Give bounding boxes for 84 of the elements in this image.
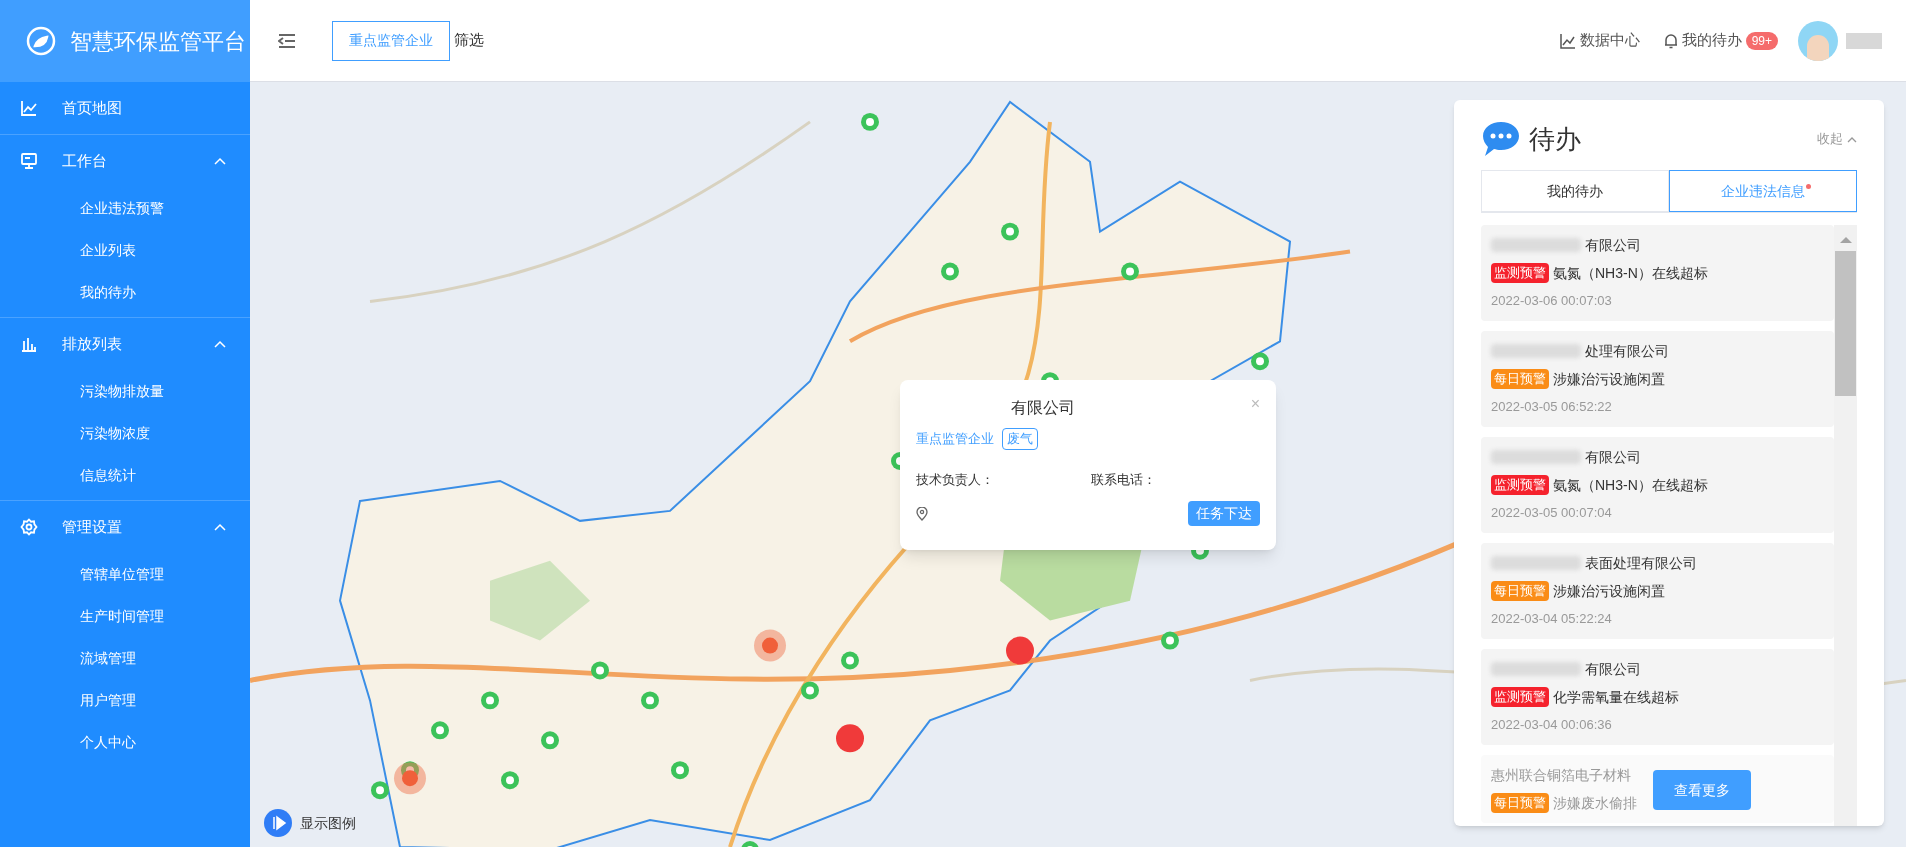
collapse-button[interactable]: 收起 — [1817, 129, 1857, 149]
nav-item[interactable]: 工作台 — [0, 135, 250, 187]
data-center-link[interactable]: 数据中心 — [1559, 29, 1640, 52]
bell-icon — [1663, 32, 1678, 49]
company-name: 有限公司 — [1585, 660, 1641, 679]
alert-card[interactable]: 有限公司 监测预警 化学需氧量在线超标 2022-03-04 00:06:36 — [1481, 649, 1834, 745]
nav-subitem[interactable]: 企业列表 — [0, 229, 250, 271]
alert-time: 2022-03-05 00:07:04 — [1491, 504, 1612, 522]
nav-subitem[interactable]: 用户管理 — [0, 679, 250, 721]
nav-subitem[interactable]: 信息统计 — [0, 454, 250, 496]
alert-tag: 监测预警 — [1491, 687, 1549, 707]
chevron-icon — [214, 523, 226, 531]
alert-text: 涉嫌废水偷排 — [1553, 794, 1637, 813]
company-name: 有限公司 — [1585, 236, 1641, 255]
nav-subitem[interactable]: 流域管理 — [0, 637, 250, 679]
line-chart-icon — [20, 99, 38, 117]
panel-tab[interactable]: 企业违法信息 — [1669, 170, 1857, 212]
filter-tag-button[interactable]: 重点监管企业 — [332, 20, 450, 61]
nav-label: 管理设置 — [62, 516, 123, 537]
alert-time: 2022-03-06 00:07:03 — [1491, 292, 1612, 310]
alert-time: 2022-03-05 06:52:22 — [1491, 398, 1612, 416]
nav-subitem[interactable]: 我的待办 — [0, 271, 250, 313]
nav-subitem[interactable]: 生产时间管理 — [0, 595, 250, 637]
chevron-icon — [214, 157, 226, 165]
close-button[interactable]: × — [1250, 396, 1260, 412]
company-name: 处理有限公司 — [1585, 342, 1669, 361]
view-more-button[interactable]: 查看更多 — [1653, 770, 1751, 810]
chevron-icon — [214, 340, 226, 348]
alert-tag: 监测预警 — [1491, 263, 1549, 283]
company-name: 表面处理有限公司 — [1585, 554, 1697, 573]
nav-item[interactable]: 排放列表 — [0, 318, 250, 370]
play-icon — [264, 809, 292, 837]
tech-lead-label: 技术负责人： — [916, 470, 995, 489]
alert-text: 氨氮（NH3-N）在线超标 — [1553, 264, 1708, 283]
scrollbar[interactable] — [1834, 225, 1857, 826]
chevron-up-icon — [1847, 135, 1857, 143]
leaf-logo-icon — [24, 24, 58, 58]
alert-card[interactable]: 表面处理有限公司 每日预警 涉嫌治污设施闲置 2022-03-04 05:22:24 — [1481, 543, 1834, 639]
location-pin-icon — [916, 506, 928, 521]
alert-tag: 每日预警 — [1491, 793, 1549, 813]
alert-card[interactable]: 处理有限公司 每日预警 涉嫌治污设施闲置 2022-03-05 06:52:22 — [1481, 331, 1834, 427]
assign-task-button[interactable]: 任务下达 — [1188, 501, 1260, 526]
bar-chart-icon — [20, 335, 38, 353]
alert-text: 涉嫌治污设施闲置 — [1553, 582, 1665, 601]
category-tag: 废气 — [1002, 428, 1038, 450]
company-name: 惠州联合铜箔电子材料 — [1491, 766, 1631, 785]
nav-label: 首页地图 — [62, 97, 123, 118]
alert-card[interactable]: 有限公司 监测预警 氨氮（NH3-N）在线超标 2022-03-05 00:07:04 — [1481, 437, 1834, 533]
phone-label: 联系电话： — [1091, 470, 1156, 489]
alert-text: 氨氮（NH3-N）在线超标 — [1553, 476, 1708, 495]
alert-time: 2022-03-04 00:06:36 — [1491, 716, 1612, 734]
show-legend-button[interactable]: 显示图例 — [264, 809, 356, 837]
alert-tag: 每日预警 — [1491, 369, 1549, 389]
alert-text: 化学需氧量在线超标 — [1553, 688, 1679, 707]
alert-text: 涉嫌治污设施闲置 — [1553, 370, 1665, 389]
nav-subitem[interactable]: 污染物浓度 — [0, 412, 250, 454]
nav-subitem[interactable]: 企业违法预警 — [0, 187, 250, 229]
panel-title: 待办 — [1529, 122, 1581, 156]
category-label: 重点监管企业 — [916, 430, 994, 448]
alert-tag: 监测预警 — [1491, 475, 1549, 495]
platform-title: 智慧环保监管平台 — [70, 27, 246, 56]
nav-item[interactable]: 首页地图 — [0, 82, 250, 134]
settings-icon — [20, 518, 38, 536]
nav-label: 排放列表 — [62, 333, 123, 354]
nav-subitem[interactable]: 管辖单位管理 — [0, 553, 250, 595]
username-blur — [1846, 32, 1882, 49]
my-todo-link[interactable]: 我的待办 — [1663, 29, 1742, 52]
nav-subitem[interactable]: 污染物排放量 — [0, 370, 250, 412]
count-badge: 99+ — [1745, 31, 1778, 50]
alert-card[interactable]: 有限公司 监测预警 氨氮（NH3-N）在线超标 2022-03-06 00:07:03 — [1481, 225, 1834, 321]
line-chart-icon — [1559, 32, 1576, 49]
alert-tag: 每日预警 — [1491, 581, 1549, 601]
nav-label: 工作台 — [62, 150, 108, 171]
avatar[interactable] — [1798, 20, 1838, 61]
popup-company-name: 有限公司 — [1010, 398, 1075, 418]
nav-item[interactable]: 管理设置 — [0, 501, 250, 553]
company-name: 有限公司 — [1585, 448, 1641, 467]
monitor-icon — [20, 152, 38, 170]
menu-icon[interactable] — [278, 33, 296, 48]
panel-tab[interactable]: 我的待办 — [1481, 170, 1669, 212]
chat-bubble-icon — [1481, 120, 1521, 158]
alert-time: 2022-03-04 05:22:24 — [1491, 610, 1612, 628]
filter-label: 筛选 — [454, 30, 484, 51]
nav-subitem[interactable]: 个人中心 — [0, 721, 250, 763]
